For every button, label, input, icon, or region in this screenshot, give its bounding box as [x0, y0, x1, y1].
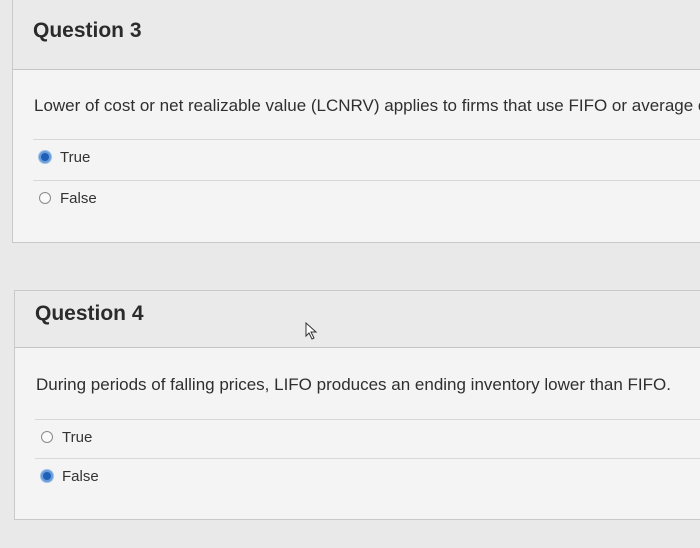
question-3-title: Question 3 — [33, 19, 142, 42]
question-3-option-true[interactable]: True — [33, 139, 700, 174]
question-4-option-true[interactable]: True — [35, 419, 700, 454]
question-3-text: Lower of cost or net realizable value (L… — [34, 96, 700, 115]
question-3-option-false[interactable]: False — [33, 180, 700, 215]
radio-selected-icon[interactable] — [39, 151, 51, 163]
option-label: True — [62, 428, 93, 446]
question-3-panel: Question 3 Lower of cost or net realizab… — [12, 0, 700, 243]
question-4-text: During periods of falling prices, LIFO p… — [36, 375, 671, 394]
radio-unselected-icon[interactable] — [41, 431, 53, 443]
question-4-option-false[interactable]: False — [35, 458, 700, 493]
mouse-cursor-icon — [305, 322, 318, 340]
question-4-title: Question 4 — [35, 302, 144, 325]
radio-unselected-icon[interactable] — [39, 192, 51, 204]
question-4-header: Question 4 — [15, 291, 700, 348]
radio-selected-icon[interactable] — [41, 470, 53, 482]
option-label: True — [60, 148, 91, 166]
option-label: False — [60, 189, 97, 207]
question-3-header: Question 3 — [13, 0, 700, 70]
option-label: False — [62, 467, 99, 485]
question-4-panel: Question 4 During periods of falling pri… — [14, 290, 700, 520]
